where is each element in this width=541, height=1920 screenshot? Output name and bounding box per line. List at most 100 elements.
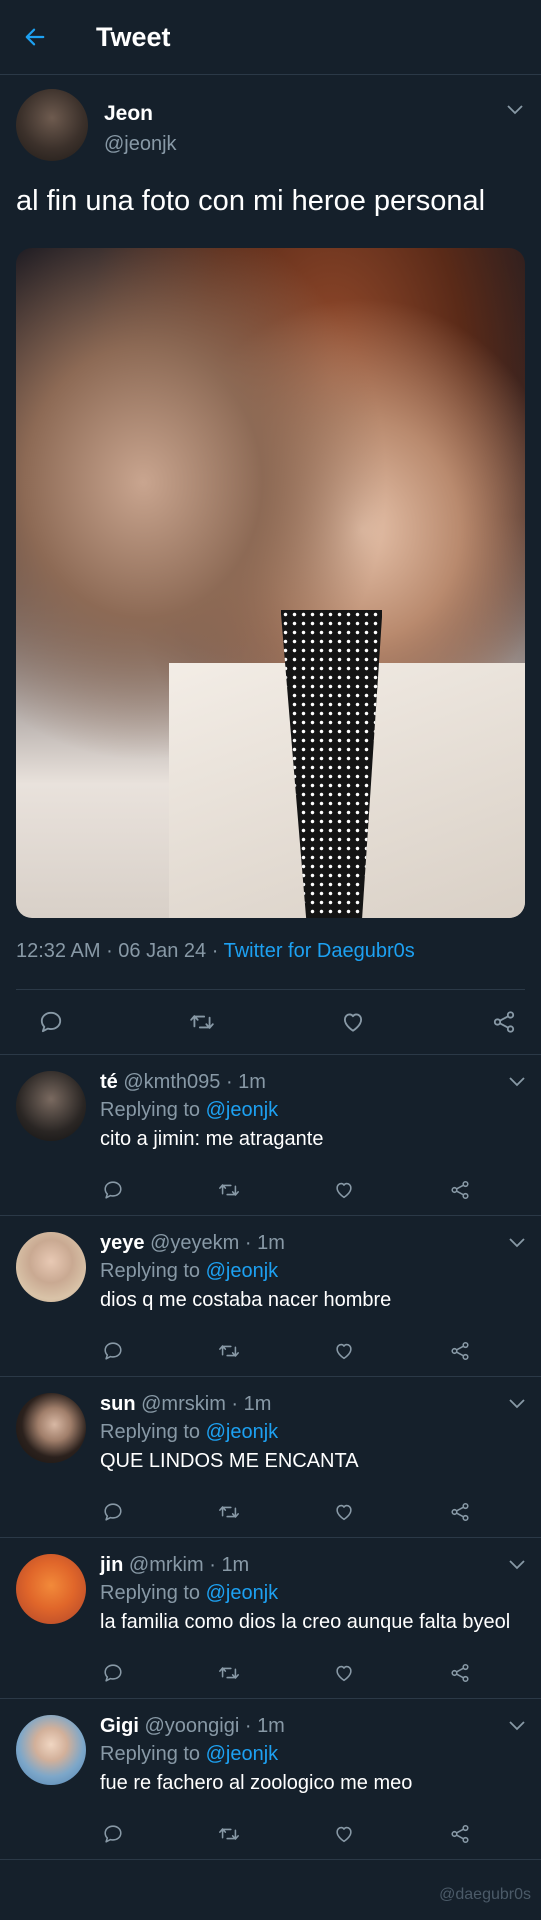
watermark: @daegubr0s bbox=[439, 1886, 531, 1903]
meta-separator: · bbox=[106, 940, 119, 962]
back-arrow-icon bbox=[25, 28, 45, 46]
meta-separator: · bbox=[244, 1715, 252, 1737]
meta-separator: · bbox=[231, 1393, 239, 1415]
reply-actions bbox=[100, 1165, 525, 1215]
reply-time: 1m bbox=[238, 1071, 266, 1093]
reply-avatar[interactable] bbox=[16, 1232, 86, 1302]
reply-handle[interactable]: @kmth095 bbox=[123, 1071, 220, 1093]
replying-to: Replying to @jeonjk bbox=[100, 1417, 525, 1447]
reply-name[interactable]: té bbox=[100, 1071, 118, 1093]
retweet-icon[interactable] bbox=[218, 1501, 240, 1523]
reply-handle[interactable]: @yeyekm bbox=[150, 1232, 239, 1254]
tweet-date: 06 Jan 24 bbox=[118, 940, 207, 962]
reply-header: sun @mrskim · 1m bbox=[100, 1391, 525, 1417]
share-icon[interactable] bbox=[449, 1501, 471, 1523]
back-button[interactable] bbox=[24, 26, 46, 48]
like-icon[interactable] bbox=[340, 1009, 366, 1035]
share-icon[interactable] bbox=[449, 1179, 471, 1201]
author-name[interactable]: Jeon bbox=[104, 101, 177, 127]
reply-avatar[interactable] bbox=[16, 1554, 86, 1624]
tweet-actions bbox=[0, 990, 541, 1055]
reply-header: Gigi @yoongigi · 1m bbox=[100, 1713, 525, 1739]
mention-link[interactable]: @jeonjk bbox=[206, 1099, 279, 1121]
chevron-down-icon[interactable] bbox=[509, 1560, 525, 1570]
reply-time: 1m bbox=[221, 1554, 250, 1576]
reply-icon[interactable] bbox=[102, 1662, 124, 1684]
reply-time: 1m bbox=[243, 1393, 272, 1415]
reply-text: la familia como dios la creo aunque falt… bbox=[100, 1611, 511, 1633]
chevron-down-icon[interactable] bbox=[509, 1238, 525, 1248]
reply-name[interactable]: yeye bbox=[100, 1232, 145, 1254]
tweet-meta: 12:32 AM · 06 Jan 24 · Twitter for Daegu… bbox=[16, 940, 525, 990]
like-icon[interactable] bbox=[333, 1340, 355, 1362]
reply-avatar[interactable] bbox=[16, 1715, 86, 1785]
page-title: Tweet bbox=[96, 21, 171, 52]
reply-item[interactable]: té @kmth095 · 1m Replying to @jeonjk cit… bbox=[0, 1055, 541, 1216]
tweet-source-link[interactable]: Twitter for Daegubr0s bbox=[224, 940, 415, 962]
tweet-time: 12:32 AM bbox=[16, 940, 101, 962]
retweet-icon[interactable] bbox=[218, 1179, 240, 1201]
reply-text: dios q me costaba nacer hombre bbox=[100, 1289, 392, 1311]
mention-link[interactable]: @jeonjk bbox=[206, 1421, 279, 1443]
replying-to-label: Replying to bbox=[100, 1260, 201, 1282]
reply-icon[interactable] bbox=[102, 1340, 124, 1362]
meta-separator: · bbox=[211, 940, 224, 962]
reply-icon[interactable] bbox=[102, 1179, 124, 1201]
replying-to: Replying to @jeonjk bbox=[100, 1256, 525, 1286]
reply-item[interactable]: sun @mrskim · 1m Replying to @jeonjk QUE… bbox=[0, 1377, 541, 1538]
reply-header: té @kmth095 · 1m bbox=[100, 1069, 525, 1095]
retweet-icon[interactable] bbox=[218, 1340, 240, 1362]
author-avatar[interactable] bbox=[16, 89, 88, 161]
reply-name[interactable]: Gigi bbox=[100, 1715, 139, 1737]
reply-item[interactable]: yeye @yeyekm · 1m Replying to @jeonjk di… bbox=[0, 1216, 541, 1377]
replying-to-label: Replying to bbox=[100, 1421, 201, 1443]
replying-to: Replying to @jeonjk bbox=[100, 1095, 525, 1125]
like-icon[interactable] bbox=[333, 1501, 355, 1523]
reply-item[interactable]: jin @mrkim · 1m Replying to @jeonjk la f… bbox=[0, 1538, 541, 1699]
retweet-icon[interactable] bbox=[189, 1009, 215, 1035]
reply-handle[interactable]: @yoongigi bbox=[144, 1715, 239, 1737]
mention-link[interactable]: @jeonjk bbox=[206, 1582, 279, 1604]
reply-time: 1m bbox=[257, 1715, 285, 1737]
share-icon[interactable] bbox=[449, 1662, 471, 1684]
share-icon[interactable] bbox=[491, 1009, 517, 1035]
retweet-icon[interactable] bbox=[218, 1662, 240, 1684]
reply-actions bbox=[100, 1326, 525, 1376]
replying-to-label: Replying to bbox=[100, 1099, 201, 1121]
reply-text: QUE LINDOS ME ENCANTA bbox=[100, 1450, 359, 1472]
reply-icon[interactable] bbox=[102, 1501, 124, 1523]
retweet-icon[interactable] bbox=[218, 1823, 240, 1845]
share-icon[interactable] bbox=[449, 1823, 471, 1845]
reply-item[interactable]: Gigi @yoongigi · 1m Replying to @jeonjk … bbox=[0, 1699, 541, 1860]
like-icon[interactable] bbox=[333, 1662, 355, 1684]
chevron-down-icon[interactable] bbox=[509, 1721, 525, 1731]
meta-separator: · bbox=[209, 1554, 216, 1576]
chevron-down-icon[interactable] bbox=[509, 1077, 525, 1087]
mention-link[interactable]: @jeonjk bbox=[206, 1260, 279, 1282]
reply-handle[interactable]: @mrkim bbox=[129, 1554, 204, 1576]
chevron-down-icon[interactable] bbox=[507, 105, 523, 115]
author-handle[interactable]: @jeonjk bbox=[104, 133, 177, 156]
reply-header: jin @mrkim · 1m bbox=[100, 1552, 525, 1578]
reply-actions bbox=[100, 1648, 525, 1698]
mention-link[interactable]: @jeonjk bbox=[206, 1743, 279, 1765]
tweet-text: al fin una foto con mi heroe personal bbox=[16, 185, 486, 217]
share-icon[interactable] bbox=[449, 1340, 471, 1362]
reply-icon[interactable] bbox=[102, 1823, 124, 1845]
reply-handle[interactable]: @mrskim bbox=[141, 1393, 226, 1415]
like-icon[interactable] bbox=[333, 1823, 355, 1845]
reply-text: cito a jimin: me atragante bbox=[100, 1128, 324, 1150]
reply-name[interactable]: jin bbox=[100, 1554, 123, 1576]
reply-avatar[interactable] bbox=[16, 1393, 86, 1463]
tweet-photo[interactable] bbox=[16, 248, 525, 918]
reply-time: 1m bbox=[257, 1232, 285, 1254]
reply-actions bbox=[100, 1487, 525, 1537]
reply-text: fue re fachero al zoologico me meo bbox=[100, 1772, 413, 1794]
reply-avatar[interactable] bbox=[16, 1071, 86, 1141]
reply-name[interactable]: sun bbox=[100, 1393, 136, 1415]
chevron-down-icon[interactable] bbox=[509, 1399, 525, 1409]
like-icon[interactable] bbox=[333, 1179, 355, 1201]
tweet-author: Jeon @jeonjk bbox=[16, 75, 525, 161]
reply-icon[interactable] bbox=[38, 1009, 64, 1035]
replying-to: Replying to @jeonjk bbox=[100, 1739, 525, 1769]
